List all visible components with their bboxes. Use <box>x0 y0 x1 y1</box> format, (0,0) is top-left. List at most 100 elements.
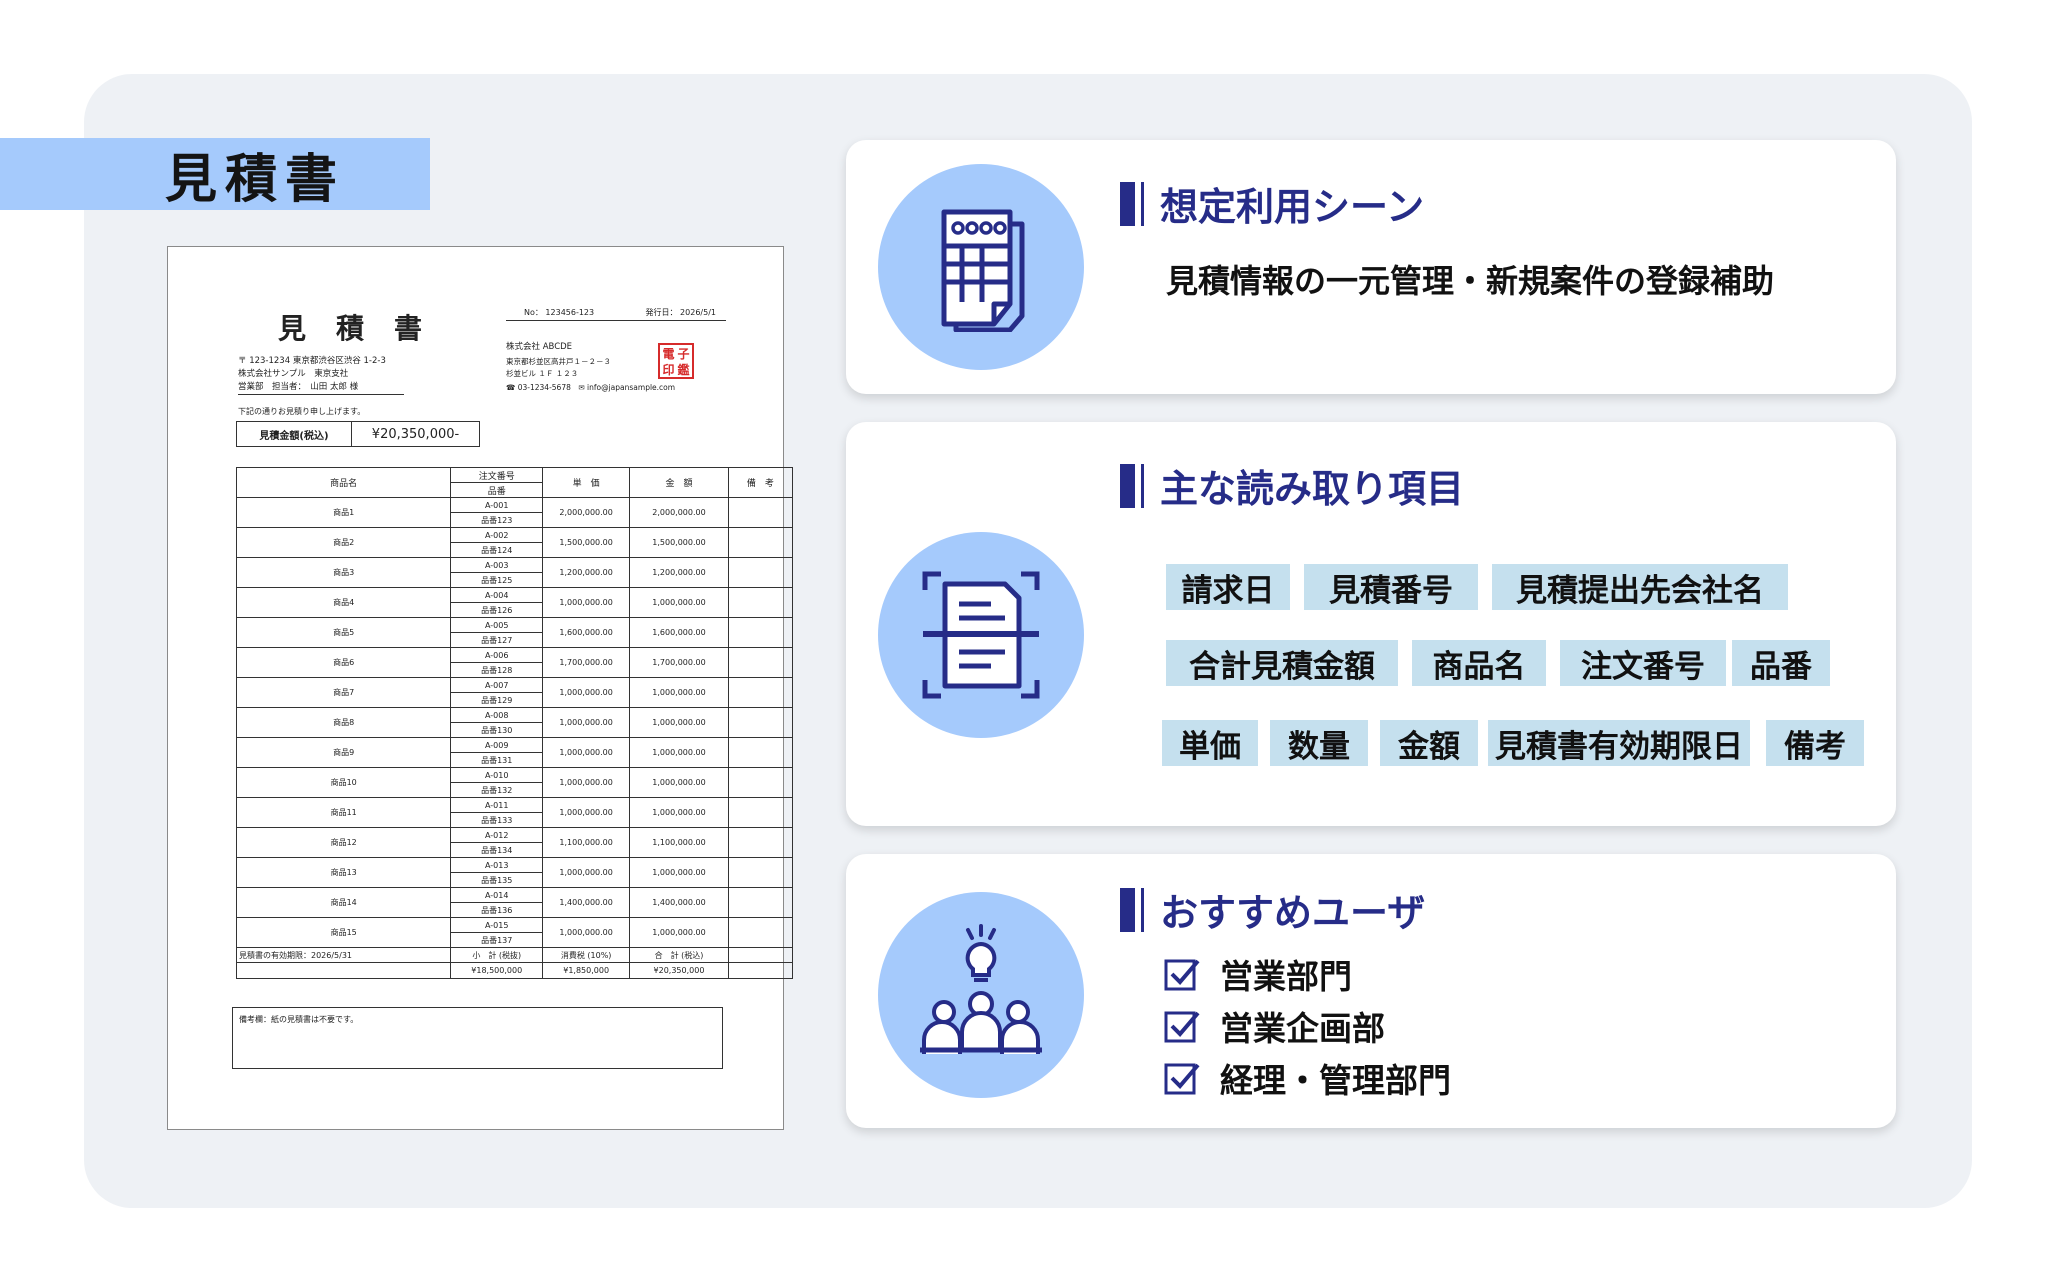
item-unit-price: 1,200,000.00 <box>542 557 631 588</box>
document-number: No： 123456-123 <box>524 308 595 317</box>
item-amount: 1,600,000.00 <box>629 617 729 648</box>
item-name: 商品13 <box>235 857 452 888</box>
table-row: 商品1 A-001 2,000,000.00 2,000,000.00 <box>235 497 794 528</box>
item-name: 商品1 <box>235 497 452 528</box>
field-tag: 単価 <box>1162 720 1258 766</box>
item-unit-price: 1,000,000.00 <box>542 797 631 828</box>
item-unit-price: 1,600,000.00 <box>542 617 631 648</box>
item-name: 商品12 <box>235 827 452 858</box>
item-note <box>727 707 794 738</box>
item-order-no: A-007 <box>450 677 544 693</box>
item-part-no: 品番135 <box>450 872 544 888</box>
item-name: 商品2 <box>235 527 452 558</box>
item-note <box>727 857 794 888</box>
item-amount: 1,000,000.00 <box>629 737 729 768</box>
item-amount: 1,100,000.00 <box>629 827 729 858</box>
table-row: 商品2 A-002 1,500,000.00 1,500,000.00 <box>235 527 794 558</box>
field-tag: 注文番号 <box>1560 640 1726 686</box>
item-note <box>727 497 794 528</box>
field-tag: 金額 <box>1380 720 1478 766</box>
item-order-no: A-010 <box>450 767 544 783</box>
scan-document-icon <box>878 532 1084 738</box>
item-amount: 1,200,000.00 <box>629 557 729 588</box>
invoice-document-icon <box>878 164 1084 370</box>
item-note <box>727 527 794 558</box>
item-part-no: 品番133 <box>450 812 544 828</box>
item-order-no: A-015 <box>450 917 544 933</box>
item-note <box>727 917 794 948</box>
col-header-amount: 金 額 <box>629 467 729 498</box>
item-unit-price: 1,000,000.00 <box>542 587 631 618</box>
item-note <box>727 617 794 648</box>
item-note <box>727 797 794 828</box>
table-row: 商品14 A-014 1,400,000.00 1,400,000.00 <box>235 887 794 918</box>
usage-scene-heading: 想定利用シーン <box>1120 176 1424 231</box>
item-note <box>727 767 794 798</box>
read-fields-heading: 主な読み取り項目 <box>1120 458 1464 513</box>
item-part-no: 品番130 <box>450 722 544 738</box>
item-amount: 1,500,000.00 <box>629 527 729 558</box>
table-row: 商品3 A-003 1,200,000.00 1,200,000.00 <box>235 557 794 588</box>
tax-label: 消費税 (10%) <box>542 947 631 963</box>
user-item: 営業部門 <box>1164 950 1352 998</box>
item-unit-price: 1,000,000.00 <box>542 857 631 888</box>
item-amount: 2,000,000.00 <box>629 497 729 528</box>
table-row: 商品10 A-010 1,000,000.00 1,000,000.00 <box>235 767 794 798</box>
item-order-no: A-009 <box>450 737 544 753</box>
checkbox-icon <box>1164 959 1200 991</box>
item-order-no: A-002 <box>450 527 544 543</box>
item-order-no: A-006 <box>450 647 544 663</box>
item-part-no: 品番125 <box>450 572 544 588</box>
item-note <box>727 557 794 588</box>
item-note <box>727 677 794 708</box>
item-unit-price: 1,500,000.00 <box>542 527 631 558</box>
subtotal-label: 小 計 (税抜) <box>450 947 544 963</box>
item-part-no: 品番123 <box>450 512 544 528</box>
item-name: 商品10 <box>235 767 452 798</box>
table-row: 商品4 A-004 1,000,000.00 1,000,000.00 <box>235 587 794 618</box>
item-part-no: 品番131 <box>450 752 544 768</box>
field-tag: 見積番号 <box>1304 564 1478 610</box>
item-order-no: A-008 <box>450 707 544 723</box>
subtotal-value: ¥18,500,000 <box>450 962 544 979</box>
item-unit-price: 1,000,000.00 <box>542 677 631 708</box>
checkbox-icon <box>1164 1011 1200 1043</box>
item-unit-price: 1,000,000.00 <box>542 767 631 798</box>
table-row: 商品7 A-007 1,000,000.00 1,000,000.00 <box>235 677 794 708</box>
field-tag: 見積提出先会社名 <box>1492 564 1788 610</box>
item-order-no: A-013 <box>450 857 544 873</box>
item-name: 商品6 <box>235 647 452 678</box>
recipient-address: 〒 123-1234 東京都渋谷区渋谷 1-2-3 <box>238 356 386 366</box>
item-part-no: 品番126 <box>450 602 544 618</box>
col-header-note: 備 考 <box>727 467 794 498</box>
checkbox-icon <box>1164 1063 1200 1095</box>
item-unit-price: 2,000,000.00 <box>542 497 631 528</box>
intro-text: 下記の通りお見積り申し上げます。 <box>238 407 366 416</box>
usage-scene-card: 想定利用シーン 見積情報の一元管理・新規案件の登録補助 <box>846 140 1896 394</box>
col-header-order: 注文番号 <box>450 467 544 483</box>
issuer-company: 株式会社 ABCDE <box>506 342 573 352</box>
col-header-price: 単 価 <box>542 467 631 498</box>
item-unit-price: 1,700,000.00 <box>542 647 631 678</box>
field-tag: 合計見積金額 <box>1166 640 1398 686</box>
issuer-address2: 杉並ビル １Ｆ １２３ <box>506 369 579 378</box>
item-unit-price: 1,100,000.00 <box>542 827 631 858</box>
item-name: 商品15 <box>235 917 452 948</box>
items-table: 商品名 注文番号 単 価 金 額 備 考 品番 商品1 A-001 2,000,00… <box>235 467 794 979</box>
recipient-contact: 営業部 担当者： 山田 太郎 様 <box>238 381 404 395</box>
recipient-company: 株式会社サンプル 東京支社 <box>238 369 349 379</box>
grand-total-value: ¥20,350,000 <box>629 962 729 979</box>
item-name: 商品4 <box>235 587 452 618</box>
item-part-no: 品番134 <box>450 842 544 858</box>
estimate-document: 見積書 No： 123456-123 発行日： 2026/5/1 〒 123-1… <box>167 246 794 1130</box>
total-label: 見積金額(税込) <box>237 422 352 446</box>
item-unit-price: 1,000,000.00 <box>542 917 631 948</box>
item-note <box>727 587 794 618</box>
field-tag: 商品名 <box>1412 640 1546 686</box>
item-name: 商品9 <box>235 737 452 768</box>
item-amount: 1,000,000.00 <box>629 917 729 948</box>
item-amount: 1,000,000.00 <box>629 707 729 738</box>
tax-value: ¥1,850,000 <box>542 962 631 979</box>
issuer-contact: ☎ 03-1234-5678 ✉ info@japansample.com <box>506 383 676 392</box>
remarks-box: 備考欄：紙の見積書は不要です。 <box>232 1007 723 1069</box>
